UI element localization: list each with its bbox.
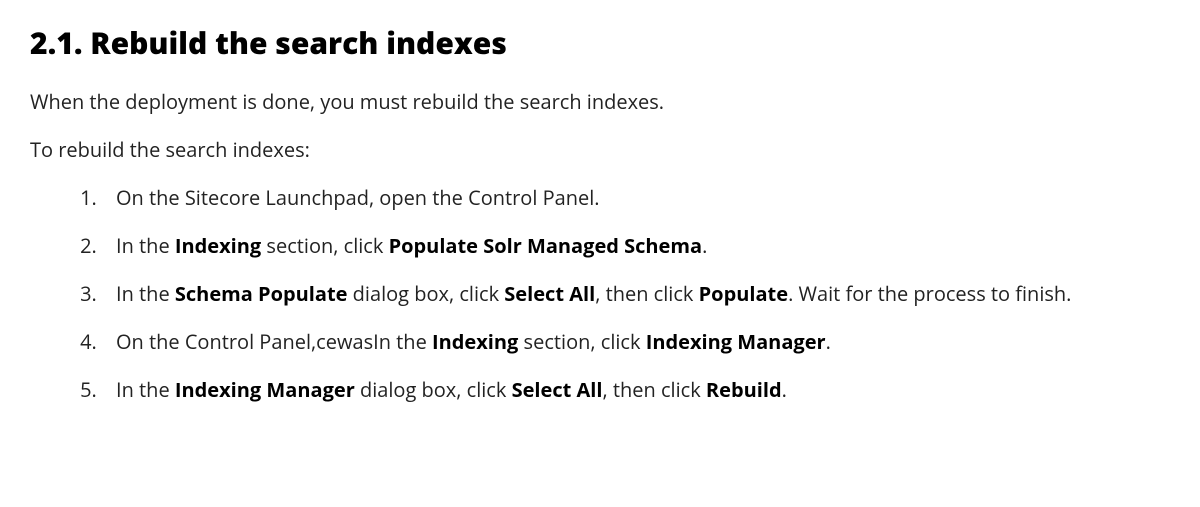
bold-term: Rebuild [706,376,782,403]
step-text: In the [116,376,175,403]
bold-term: Select All [512,376,603,403]
bold-term: Select All [504,280,595,307]
step-text: . [826,328,831,355]
step-text: section, click [261,232,388,259]
bold-term: Populate [699,280,788,307]
step-text: , then click [603,376,706,403]
bold-term: Indexing [175,232,261,259]
bold-term: Indexing Manager [175,376,355,403]
step-text: In the [116,232,175,259]
bold-term: Populate Solr Managed Schema [389,232,703,259]
step-item: On the Control Panel,cewasIn the Indexin… [102,327,1170,357]
step-text: dialog box, click [355,376,512,403]
step-text: dialog box, click [347,280,504,307]
steps-list: On the Sitecore Launchpad, open the Cont… [30,183,1170,405]
section-heading: 2.1. Rebuild the search indexes [30,20,1170,65]
bold-term: Schema Populate [175,280,348,307]
step-item: In the Indexing section, click Populate … [102,231,1170,261]
bold-term: Indexing [432,328,518,355]
step-item: In the Schema Populate dialog box, click… [102,279,1170,309]
step-item: In the Indexing Manager dialog box, clic… [102,375,1170,405]
step-text: . Wait for the process to finish. [788,280,1071,307]
lead-in-paragraph: To rebuild the search indexes: [30,135,1170,165]
intro-paragraph: When the deployment is done, you must re… [30,87,1170,117]
step-item: On the Sitecore Launchpad, open the Cont… [102,183,1170,213]
step-text: section, click [518,328,645,355]
step-text: On the Sitecore Launchpad, open the Cont… [116,184,600,211]
step-text: In the [116,280,175,307]
step-text: . [782,376,787,403]
step-text: , then click [595,280,698,307]
step-text: On the Control Panel,cewasIn the [116,328,432,355]
bold-term: Indexing Manager [646,328,826,355]
step-text: . [702,232,707,259]
